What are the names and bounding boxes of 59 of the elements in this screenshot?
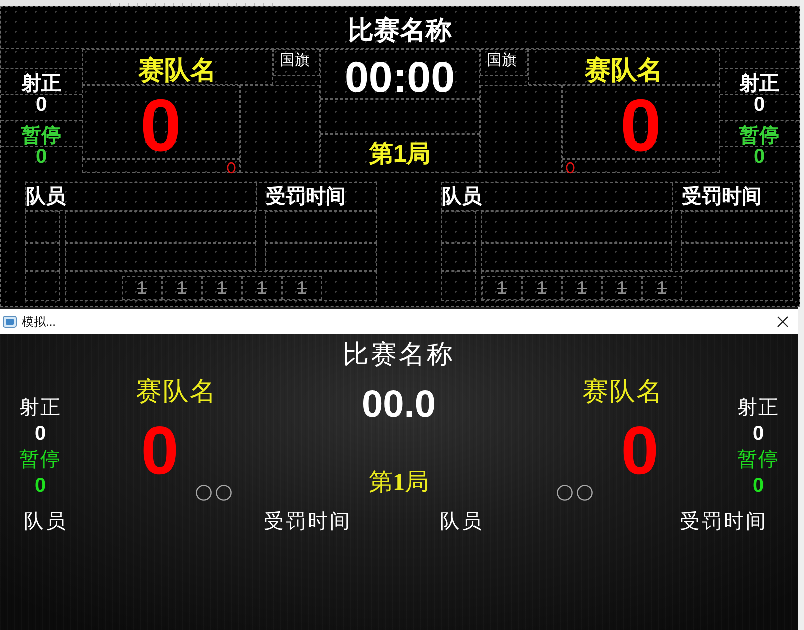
stat-value: 0 <box>36 146 48 168</box>
stat-label: 暂停 <box>22 124 62 148</box>
stat-label: 暂停 <box>738 448 780 472</box>
stat-value: 0 <box>754 146 766 168</box>
counter-digit: 1 <box>256 278 267 298</box>
counter-digit: 1 <box>616 278 627 298</box>
close-icon <box>777 316 789 328</box>
stat-label: 射正 <box>740 72 780 96</box>
stat-label: 射正 <box>738 396 780 420</box>
column-header: 队员 <box>24 510 68 534</box>
stat-value: 0 <box>752 422 764 446</box>
app-icon <box>3 314 17 328</box>
stat-value: 0 <box>34 474 46 498</box>
flag-label: 国旗 <box>280 52 310 69</box>
team-score: 0 <box>620 94 662 158</box>
column-header: 队员 <box>442 184 482 208</box>
match-title: 比赛名称 <box>343 340 455 370</box>
game-clock: 00.0 <box>362 384 436 426</box>
counter-digit: 1 <box>576 278 587 298</box>
column-header: 受罚时间 <box>682 184 762 208</box>
period-label: 第1局 <box>369 140 431 168</box>
stat-label: 射正 <box>22 72 62 96</box>
team-score: 0 <box>621 421 659 481</box>
team-name: 赛队名 <box>585 55 663 85</box>
counter-digit: 1 <box>176 278 187 298</box>
period-label: 第1局 <box>369 468 429 496</box>
team-name: 赛队名 <box>138 55 216 85</box>
counter-digit: 1 <box>656 278 667 298</box>
counter-digit: 1 <box>496 278 507 298</box>
stat-value: 0 <box>752 474 764 498</box>
flag-label: 国旗 <box>487 52 517 69</box>
empty-slot <box>25 243 60 271</box>
ring-icon <box>227 162 236 174</box>
counter-digit: 1 <box>136 278 147 298</box>
window-title: 模拟... <box>22 314 56 330</box>
match-title: 比赛名称 <box>348 14 452 44</box>
team-name: 赛队名 <box>136 377 217 407</box>
empty-slot <box>25 271 60 301</box>
team-name: 赛队名 <box>582 377 664 407</box>
empty-slot <box>441 271 476 301</box>
column-header: 受罚时间 <box>680 510 768 534</box>
counter-digit: 1 <box>536 278 547 298</box>
empty-slot <box>441 243 476 271</box>
column-header: 队员 <box>26 184 66 208</box>
column-header: 受罚时间 <box>266 184 346 208</box>
column-header: 队员 <box>440 510 484 534</box>
counter-digit: 1 <box>296 278 307 298</box>
stat-label: 暂停 <box>740 124 780 148</box>
counter-digit: 1 <box>216 278 227 298</box>
stat-value: 0 <box>36 93 48 116</box>
ring-icon <box>566 162 575 174</box>
team-score: 0 <box>140 94 182 158</box>
stat-label: 暂停 <box>20 448 62 472</box>
game-clock: 00:00 <box>345 55 455 101</box>
stat-value: 0 <box>754 93 766 116</box>
stat-label: 射正 <box>20 396 62 420</box>
column-header: 受罚时间 <box>264 510 352 534</box>
team-score: 0 <box>141 421 179 481</box>
stat-value: 0 <box>34 422 46 446</box>
